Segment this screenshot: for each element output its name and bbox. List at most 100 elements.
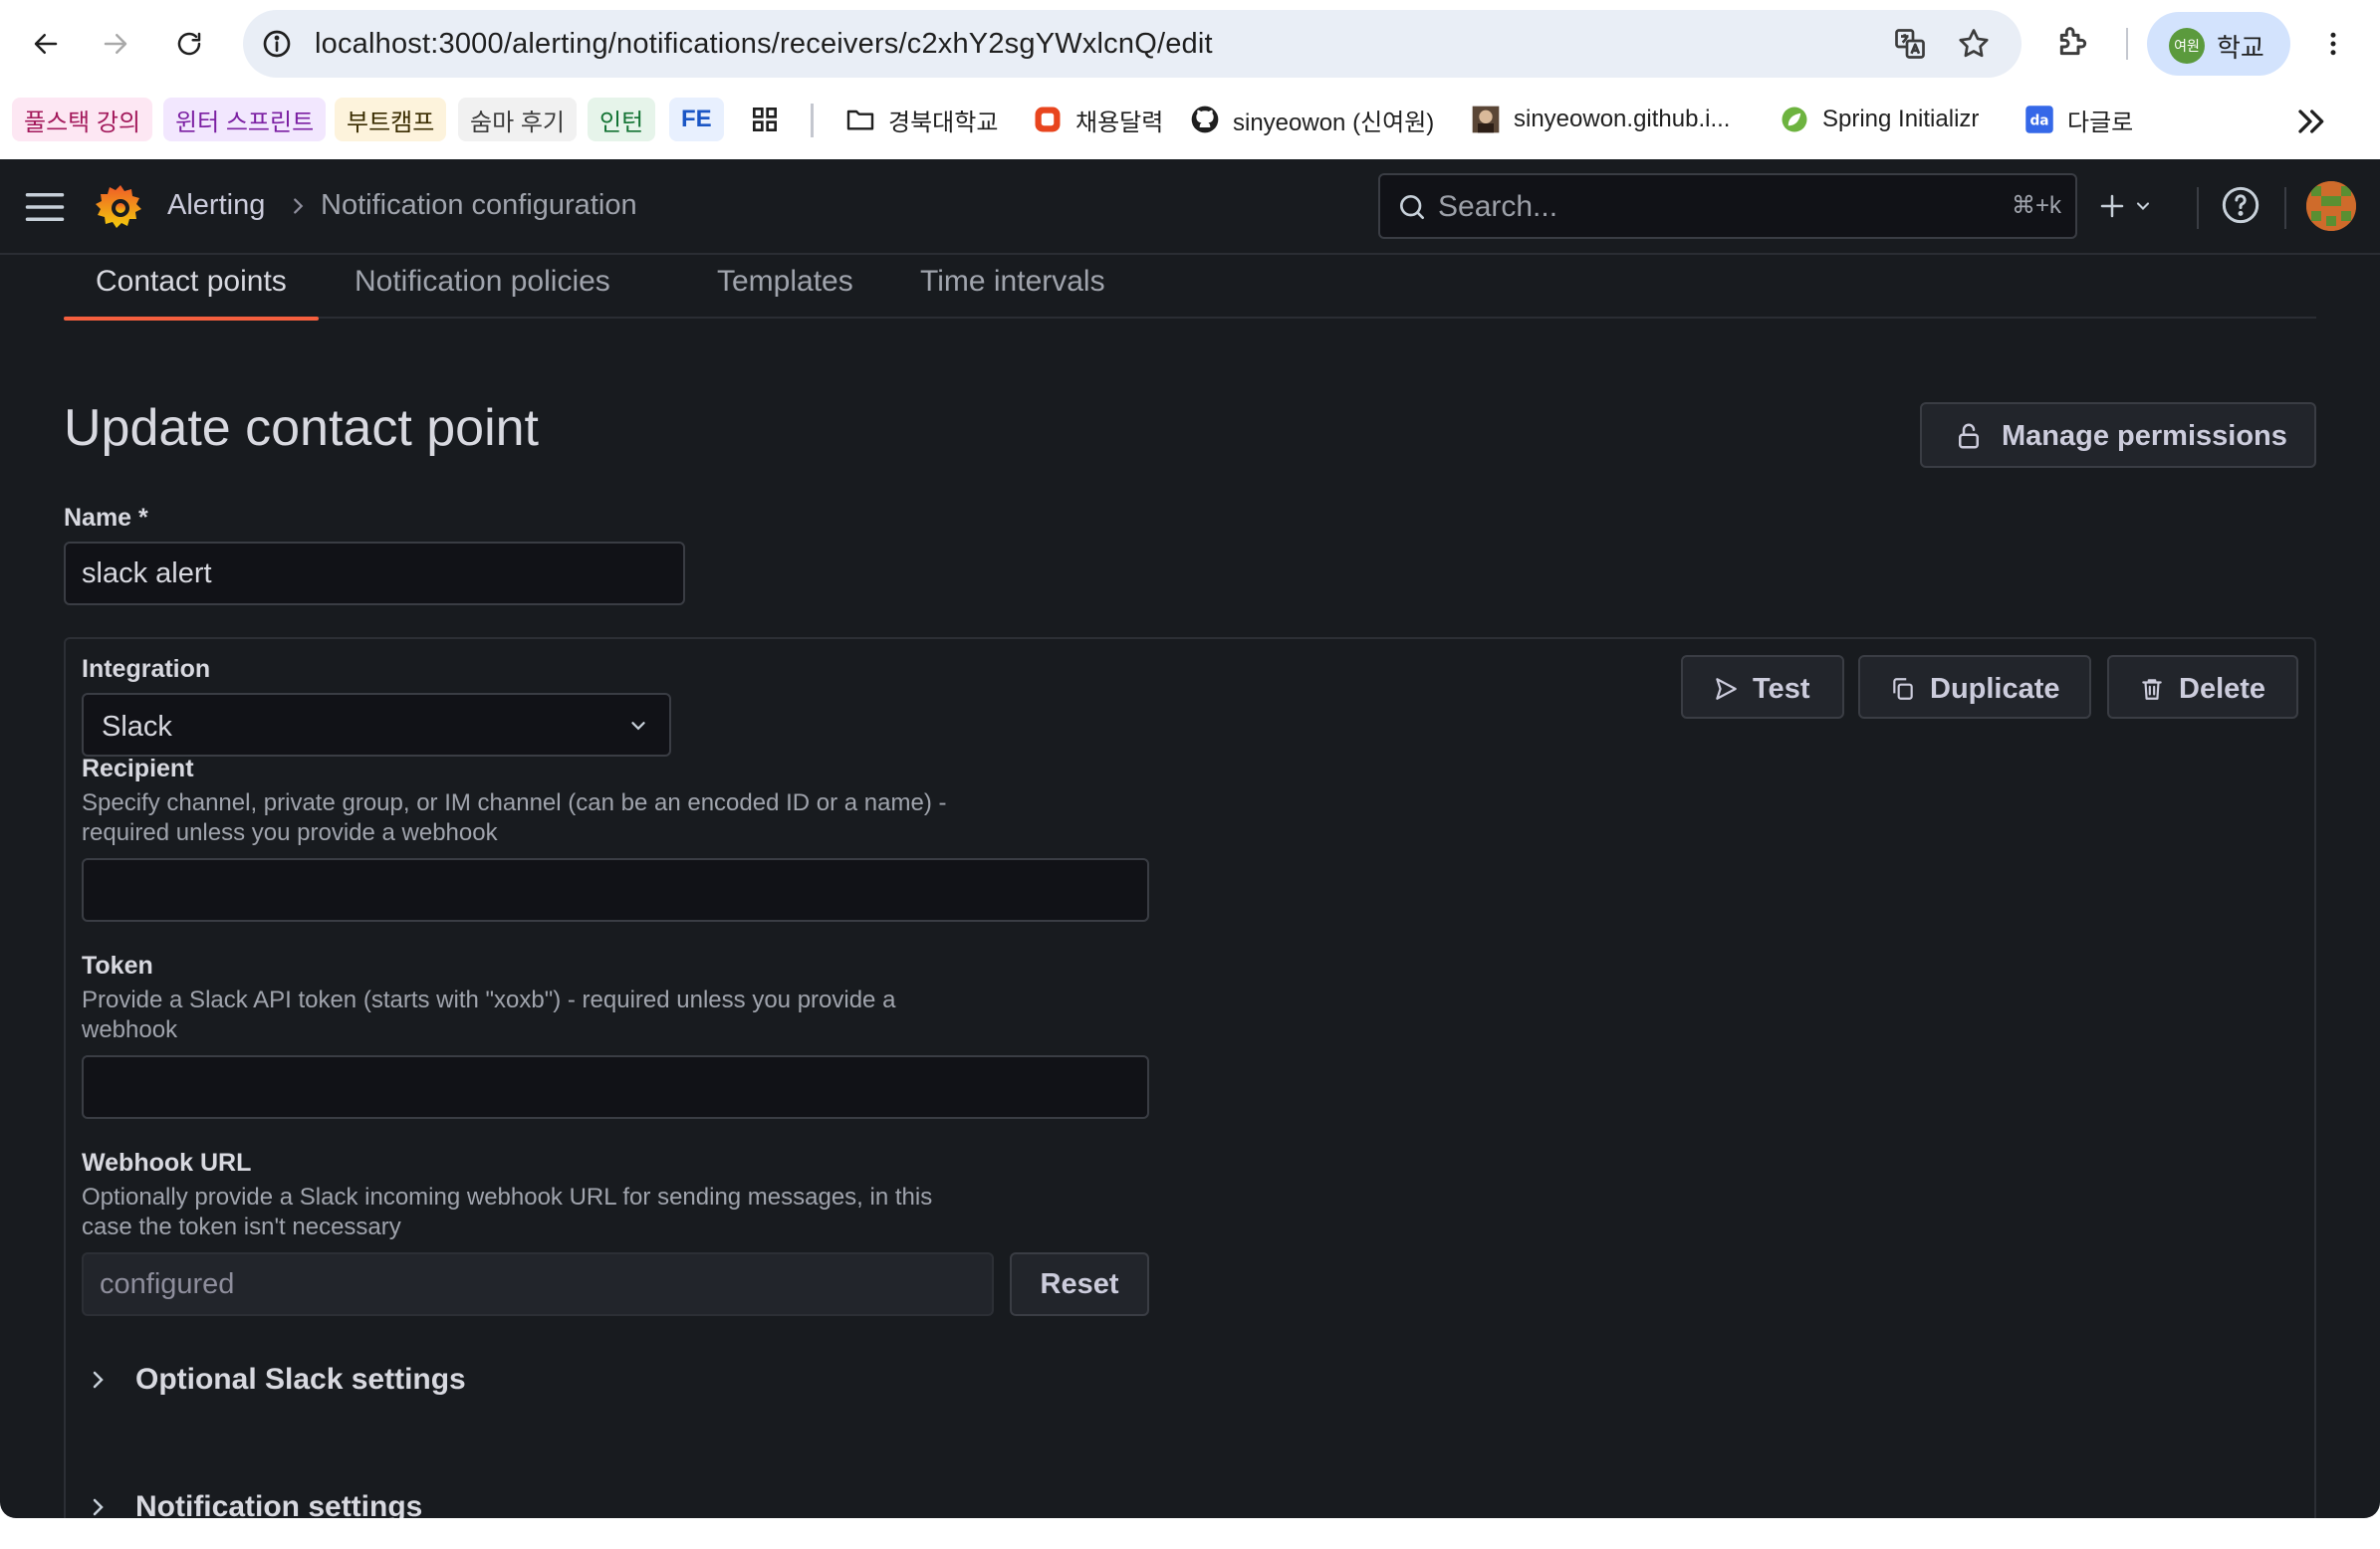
bookmark-folder[interactable]: 풀스택 강의 [12, 98, 153, 141]
user-avatar[interactable] [2306, 181, 2356, 231]
webhook-url-description: Optionally provide a Slack incoming webh… [82, 1183, 1077, 1242]
folder-icon [844, 104, 876, 135]
notification-settings-toggle[interactable]: Notification settings [86, 1485, 422, 1518]
back-button[interactable] [20, 20, 72, 68]
extensions-icon[interactable] [2053, 22, 2093, 62]
webhook-url-input [82, 1252, 994, 1316]
tab-contact-points[interactable]: Contact points [64, 265, 319, 321]
bookmark-link[interactable]: sinyeowon (신여원) [1189, 98, 1434, 141]
bookmarks-divider [811, 104, 814, 137]
chevron-down-icon [631, 722, 645, 731]
profile-label: 학교 [2217, 33, 2264, 63]
browser-chrome: localhost:3000/alerting/notifications/re… [0, 0, 2380, 159]
manage-permissions-button[interactable]: Manage permissions [1920, 402, 2316, 468]
plus-icon [2100, 194, 2124, 218]
page-title: Update contact point [64, 399, 539, 457]
chevron-right-icon [93, 1498, 104, 1516]
manage-permissions-label: Manage permissions [2002, 420, 2287, 452]
bookmark-label: 숨마 후기 [470, 109, 565, 136]
bookmark-folder[interactable]: 부트캠프 [335, 98, 447, 141]
search-bar[interactable]: ⌘+k [1378, 173, 2077, 239]
recipient-description: Specify channel, private group, or IM ch… [82, 788, 1077, 848]
send-icon [1716, 678, 1737, 700]
recipient-desc-line: Specify channel, private group, or IM ch… [82, 789, 947, 816]
navbar-divider [2284, 187, 2286, 229]
reset-button[interactable]: Reset [1010, 1252, 1149, 1316]
bookmark-label: 다글로 [2067, 109, 2134, 136]
grafana-logo-icon[interactable] [96, 181, 145, 233]
address-bar[interactable]: localhost:3000/alerting/notifications/re… [243, 10, 2022, 78]
recipient-input[interactable] [82, 858, 1149, 922]
chevron-double-right-icon[interactable] [2290, 102, 2330, 141]
trash-icon [2142, 679, 2162, 700]
forward-button[interactable] [90, 20, 141, 68]
top-navbar: Alerting Notification configuration ⌘+k [0, 159, 2380, 255]
token-description: Provide a Slack API token (starts with "… [82, 986, 1077, 1045]
star-icon[interactable] [1956, 26, 1992, 62]
avatar-thumbnail-icon [1470, 104, 1502, 135]
arrow-left-icon [34, 34, 58, 54]
bookmark-label: Spring Initializr [1822, 106, 1980, 132]
daglo-icon: da [2023, 104, 2055, 135]
url-text[interactable]: localhost:3000/alerting/notifications/re… [315, 28, 1213, 61]
integration-select[interactable]: Slack [82, 693, 671, 757]
delete-button[interactable]: Delete [2107, 655, 2298, 719]
browser-toolbar: localhost:3000/alerting/notifications/re… [0, 0, 2380, 88]
bookmark-link[interactable]: da 다글로 [2023, 98, 2133, 141]
grafana-app: Alerting Notification configuration ⌘+k … [0, 159, 2380, 1518]
token-label: Token [82, 952, 153, 980]
bookmark-label: 경북대학교 [888, 109, 999, 136]
search-shortcut: ⌘+k [2011, 192, 2061, 219]
reload-button[interactable] [163, 20, 215, 68]
bookmark-label: 풀스택 강의 [24, 109, 141, 136]
profile-button[interactable]: 여원 학교 [2147, 12, 2290, 76]
integration-selected-value: Slack [102, 711, 172, 743]
bookmark-link[interactable]: 채용달력 [1032, 98, 1163, 141]
bookmark-folder[interactable]: FE [669, 98, 724, 141]
notification-settings-label: Notification settings [135, 1490, 423, 1518]
tab-notification-policies[interactable]: Notification policies [323, 265, 642, 319]
search-input[interactable] [1438, 185, 1956, 229]
more-vert-icon[interactable] [2318, 24, 2348, 64]
optional-slack-settings-label: Optional Slack settings [135, 1363, 466, 1396]
translate-icon[interactable] [1892, 26, 1928, 62]
webhook-url-label: Webhook URL [82, 1149, 252, 1177]
token-input[interactable] [82, 1055, 1149, 1119]
token-desc-line: webhook [82, 1016, 178, 1043]
tab-time-intervals[interactable]: Time intervals [888, 265, 1137, 319]
navbar-divider [2197, 187, 2199, 229]
copy-icon [1893, 678, 1913, 700]
bookmark-label: 인턴 [599, 109, 644, 136]
delete-label: Delete [2179, 673, 2266, 705]
breadcrumb-alerting[interactable]: Alerting [167, 189, 265, 222]
toolbar-divider [2126, 28, 2128, 60]
bookmark-link[interactable]: sinyeowon.github.i... [1470, 98, 1730, 141]
info-icon[interactable] [261, 28, 293, 60]
tab-bar: Contact points Notification policies Tem… [64, 255, 2316, 321]
arrow-right-icon [104, 34, 127, 54]
integration-label: Integration [82, 655, 211, 683]
bookmarks-bar: 풀스택 강의 윈터 스프린트 부트캠프 숨마 후기 인턴 FE 경북대학교 채용… [0, 92, 2380, 151]
tab-templates[interactable]: Templates [685, 265, 885, 319]
name-input[interactable] [64, 542, 685, 605]
reload-icon [177, 32, 201, 56]
token-desc-line: Provide a Slack API token (starts with "… [82, 987, 896, 1013]
profile-avatar: 여원 [2169, 28, 2205, 64]
bookmark-link[interactable]: Spring Initializr [1779, 98, 1979, 141]
recipient-desc-line: required unless you provide a webhook [82, 819, 498, 846]
bookmark-label: 부트캠프 [347, 109, 435, 136]
new-button[interactable] [2097, 183, 2167, 229]
test-button[interactable]: Test [1681, 655, 1844, 719]
bookmark-folder[interactable]: 숨마 후기 [458, 98, 577, 141]
bookmark-label: FE [681, 106, 712, 132]
bookmark-folder[interactable]: 윈터 스프린트 [163, 98, 327, 141]
identicon-icon [2306, 181, 2356, 231]
help-icon[interactable] [2221, 185, 2261, 225]
webhook-desc-line: Optionally provide a Slack incoming webh… [82, 1184, 933, 1211]
apps-button[interactable] [749, 98, 781, 141]
bookmark-folder[interactable]: 경북대학교 [844, 98, 998, 141]
optional-slack-settings-toggle[interactable]: Optional Slack settings [86, 1358, 466, 1402]
menu-icon[interactable] [24, 189, 66, 225]
duplicate-button[interactable]: Duplicate [1858, 655, 2091, 719]
bookmark-folder[interactable]: 인턴 [588, 98, 656, 141]
